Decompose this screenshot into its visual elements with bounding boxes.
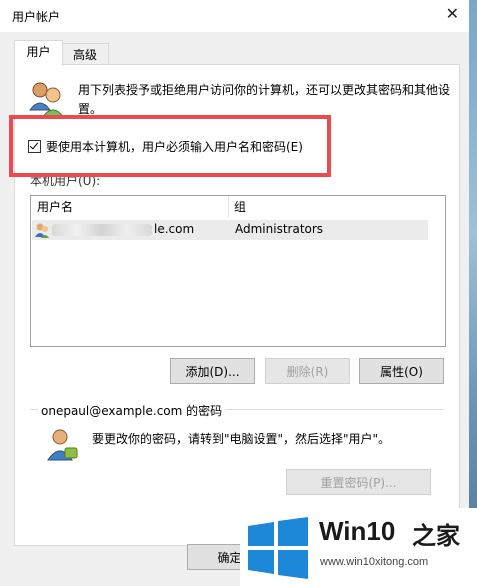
watermark-brand-cn: 之家 [412, 522, 460, 550]
users-table[interactable]: 用户名 组 le.com Administrators [30, 195, 446, 347]
watermark-brand: Win10 [319, 516, 396, 546]
redacted-username-blur [52, 224, 152, 236]
password-group-title: onepaul@example.com 的密码 [38, 402, 226, 419]
user-icon [35, 223, 49, 238]
intro-text: 用下列表授予或拒绝用户访问你的计算机，还可以更改其密码和其他设置。 [78, 83, 451, 116]
users-icon [29, 82, 65, 119]
column-header-username[interactable]: 用户名 [37, 196, 73, 218]
column-header-group[interactable]: 组 [234, 196, 246, 218]
reset-password-button[interactable]: 重置密码(P)... [286, 469, 431, 495]
tab-advanced[interactable]: 高级 [61, 43, 109, 66]
tab-users[interactable]: 用户 [14, 40, 63, 66]
user-password-icon [47, 429, 78, 461]
properties-button[interactable]: 属性(O) [359, 358, 444, 384]
add-button[interactable]: 添加(D)... [170, 358, 255, 384]
highlight-box [9, 115, 331, 177]
window-title: 用户帐户 [12, 10, 61, 24]
column-divider [228, 196, 229, 218]
username-cell: le.com [154, 222, 195, 236]
desktop-background [469, 0, 477, 586]
remove-button[interactable]: 删除(R) [265, 358, 350, 384]
table-row[interactable]: le.com Administrators [32, 220, 428, 240]
windows-logo-icon [248, 517, 308, 579]
watermark-url: www.win10xitong.com [320, 556, 429, 568]
password-instruction: 要更改你的密码，请转到"电脑设置"，然后选择"用户"。 [92, 432, 391, 446]
watermark-logo: Win10 之家 www.win10xitong.com [240, 508, 477, 586]
group-cell: Administrators [235, 222, 324, 236]
close-icon[interactable]: ✕ [446, 4, 459, 23]
title-bar: 用户帐户 ✕ [0, 0, 469, 32]
